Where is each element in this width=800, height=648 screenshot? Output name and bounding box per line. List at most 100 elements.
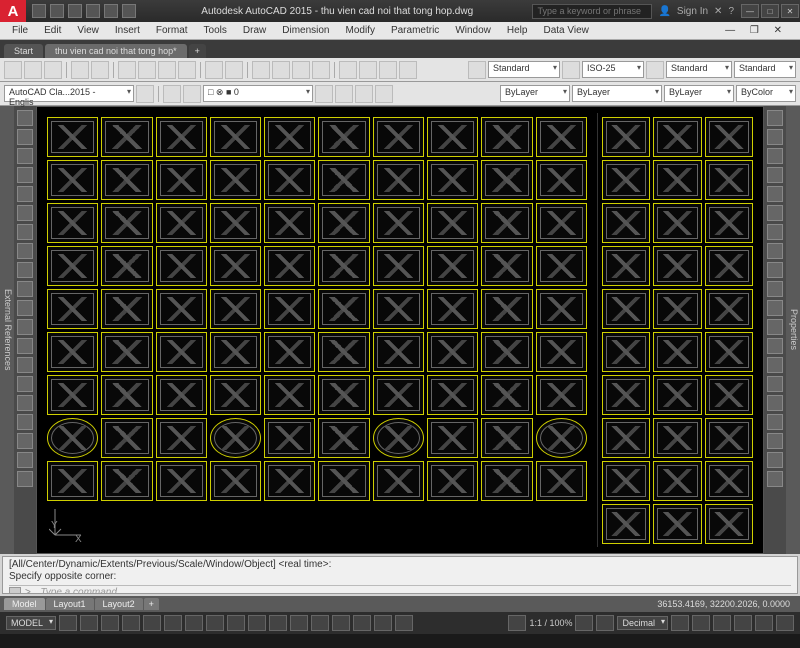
- tool-new-icon[interactable]: [4, 61, 22, 79]
- doc-close-button[interactable]: ✕: [768, 24, 788, 37]
- cad-block[interactable]: [373, 246, 424, 286]
- workspace-dropdown[interactable]: AutoCAD Cla...2015 - Englis: [4, 85, 134, 102]
- cad-block[interactable]: [536, 418, 587, 458]
- cad-block[interactable]: [264, 375, 315, 415]
- sign-in-link[interactable]: Sign In: [677, 6, 708, 17]
- cad-block[interactable]: [264, 246, 315, 286]
- cad-block[interactable]: [427, 418, 478, 458]
- edit-pline-icon[interactable]: [767, 452, 783, 468]
- cad-block[interactable]: [536, 332, 587, 372]
- isoplane-icon[interactable]: [185, 615, 203, 631]
- tool-open-icon[interactable]: [24, 61, 42, 79]
- extend-tool-icon[interactable]: [767, 243, 783, 259]
- cad-block[interactable]: [536, 289, 587, 329]
- tab-new-button[interactable]: +: [189, 44, 206, 58]
- layout1-tab[interactable]: Layout1: [46, 598, 94, 610]
- furniture-block[interactable]: [602, 461, 650, 501]
- cad-block[interactable]: [318, 289, 369, 329]
- app-logo[interactable]: A: [0, 0, 26, 22]
- cad-block[interactable]: [210, 203, 261, 243]
- furniture-block[interactable]: [602, 504, 650, 544]
- cad-block[interactable]: [264, 203, 315, 243]
- furniture-block[interactable]: [653, 289, 701, 329]
- furniture-block[interactable]: [653, 332, 701, 372]
- cad-block[interactable]: [373, 117, 424, 157]
- cad-block[interactable]: [101, 375, 152, 415]
- cad-block[interactable]: [47, 461, 98, 501]
- multiline-tool-icon[interactable]: [17, 395, 33, 411]
- rotate-tool-icon[interactable]: [767, 148, 783, 164]
- transparency-toggle-icon[interactable]: [290, 615, 308, 631]
- furniture-block[interactable]: [602, 332, 650, 372]
- cad-block[interactable]: [481, 418, 532, 458]
- cad-block[interactable]: [47, 289, 98, 329]
- cad-block[interactable]: [481, 160, 532, 200]
- donut-tool-icon[interactable]: [17, 414, 33, 430]
- cad-block[interactable]: [210, 461, 261, 501]
- grid-toggle-icon[interactable]: [59, 615, 77, 631]
- circle-tool-icon[interactable]: [17, 148, 33, 164]
- layout2-tab[interactable]: Layout2: [95, 598, 143, 610]
- cleanscreen-icon[interactable]: [755, 615, 773, 631]
- ortho-toggle-icon[interactable]: [143, 615, 161, 631]
- cad-block[interactable]: [101, 418, 152, 458]
- annomon-icon[interactable]: [596, 615, 614, 631]
- cad-block[interactable]: [536, 375, 587, 415]
- array-tool-icon[interactable]: [767, 319, 783, 335]
- otrack-toggle-icon[interactable]: [248, 615, 266, 631]
- tool-match-icon[interactable]: [178, 61, 196, 79]
- menu-dimension[interactable]: Dimension: [276, 24, 335, 37]
- minimize-button[interactable]: —: [741, 4, 759, 18]
- cad-block[interactable]: [536, 117, 587, 157]
- furniture-block[interactable]: [705, 461, 753, 501]
- tool-zoomprev-icon[interactable]: [312, 61, 330, 79]
- help-icon[interactable]: ?: [728, 6, 734, 17]
- furniture-block[interactable]: [705, 504, 753, 544]
- infer-toggle-icon[interactable]: [101, 615, 119, 631]
- trim-tool-icon[interactable]: [767, 224, 783, 240]
- furniture-block[interactable]: [653, 375, 701, 415]
- tool-plot-icon[interactable]: [71, 61, 89, 79]
- lockui-icon[interactable]: [692, 615, 710, 631]
- tool-properties-icon[interactable]: [339, 61, 357, 79]
- layer-make-icon[interactable]: [375, 85, 393, 103]
- cad-block[interactable]: [47, 418, 98, 458]
- menu-view[interactable]: View: [71, 24, 105, 37]
- furniture-block[interactable]: [705, 117, 753, 157]
- cad-block[interactable]: [101, 461, 152, 501]
- model-tab[interactable]: Model: [4, 598, 45, 610]
- maximize-button[interactable]: □: [761, 4, 779, 18]
- exchange-icon[interactable]: ✕: [714, 6, 722, 17]
- cad-block[interactable]: [156, 246, 207, 286]
- cad-block[interactable]: [373, 203, 424, 243]
- menu-file[interactable]: File: [6, 24, 34, 37]
- doc-restore-button[interactable]: ❐: [744, 24, 765, 37]
- cad-block[interactable]: [536, 461, 587, 501]
- cad-block[interactable]: [47, 332, 98, 372]
- move-tool-icon[interactable]: [767, 110, 783, 126]
- layer-off-icon[interactable]: [335, 85, 353, 103]
- cad-block[interactable]: [156, 117, 207, 157]
- offset-tool-icon[interactable]: [767, 300, 783, 316]
- cad-block[interactable]: [318, 160, 369, 200]
- spline-tool-icon[interactable]: [17, 338, 33, 354]
- cad-block[interactable]: [481, 332, 532, 372]
- filter-icon[interactable]: [353, 615, 371, 631]
- cad-block[interactable]: [318, 418, 369, 458]
- dimension-tool-icon[interactable]: [17, 262, 33, 278]
- tool-pan-icon[interactable]: [252, 61, 270, 79]
- cad-block[interactable]: [156, 332, 207, 372]
- cad-block[interactable]: [318, 246, 369, 286]
- dyn-ucs-icon[interactable]: [332, 615, 350, 631]
- furniture-block[interactable]: [653, 117, 701, 157]
- wipeout-tool-icon[interactable]: [17, 452, 33, 468]
- isolate-icon[interactable]: [713, 615, 731, 631]
- cad-block[interactable]: [481, 203, 532, 243]
- osnap-toggle-icon[interactable]: [206, 615, 224, 631]
- cad-block[interactable]: [264, 332, 315, 372]
- furniture-block[interactable]: [602, 117, 650, 157]
- furniture-block[interactable]: [653, 246, 701, 286]
- cad-block[interactable]: [47, 160, 98, 200]
- cad-block[interactable]: [47, 375, 98, 415]
- tool-block-icon[interactable]: [379, 61, 397, 79]
